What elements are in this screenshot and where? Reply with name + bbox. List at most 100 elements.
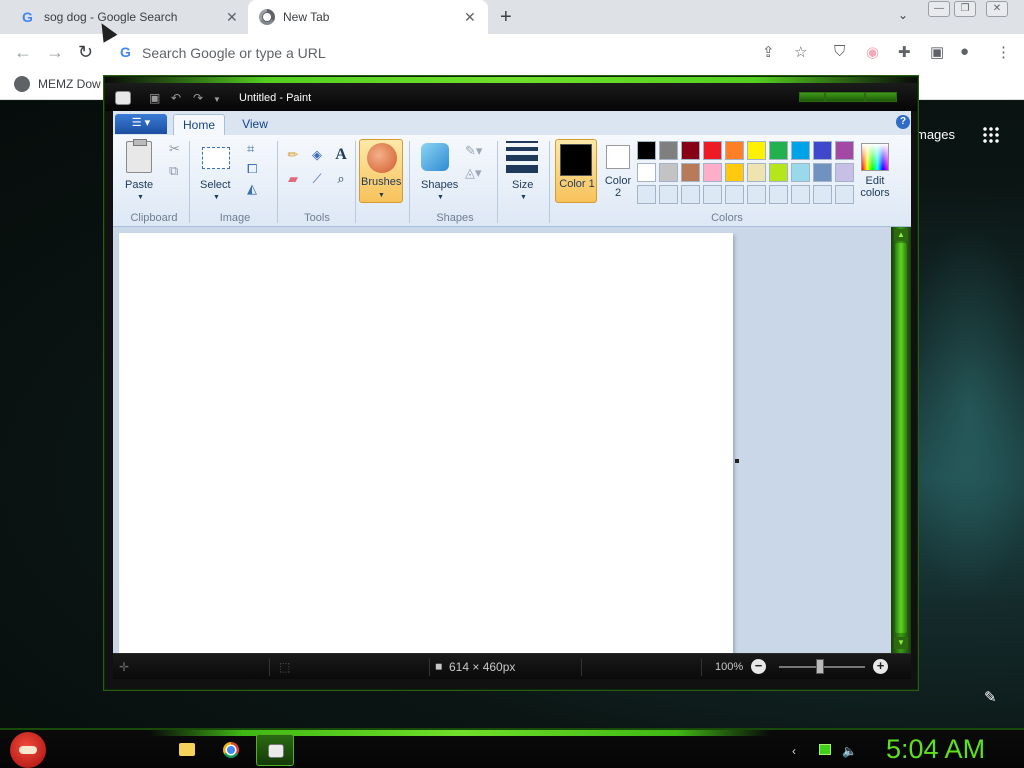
magnifier-icon[interactable]: ⌕ <box>331 169 351 189</box>
side-panel-icon[interactable]: ▣ <box>930 43 944 61</box>
volume-icon[interactable]: 🔈 <box>842 744 857 758</box>
paint-titlebar[interactable]: ▣ ↶ ↷ ▼ Untitled - Paint <box>105 83 917 111</box>
palette-swatch[interactable] <box>791 141 810 160</box>
shapes-dropdown-icon[interactable]: ▼ <box>437 194 444 201</box>
palette-swatch[interactable] <box>659 163 678 182</box>
extension-flag-icon[interactable]: ◉ <box>866 43 879 61</box>
tab-search-icon[interactable]: ⌄ <box>898 8 908 22</box>
start-button[interactable] <box>10 732 46 768</box>
help-icon[interactable]: ? <box>896 115 910 129</box>
color2-label[interactable]: Color 2 <box>601 175 635 199</box>
palette-swatch[interactable] <box>725 185 744 204</box>
network-icon[interactable] <box>819 744 831 755</box>
undo-icon[interactable]: ↶ <box>171 91 181 105</box>
paint-maximize-button[interactable] <box>825 92 865 102</box>
palette-swatch[interactable] <box>703 185 722 204</box>
palette-swatch[interactable] <box>813 141 832 160</box>
reload-icon[interactable]: ↻ <box>78 42 93 63</box>
scroll-up-icon[interactable]: ▲ <box>894 229 908 241</box>
paint-close-button[interactable] <box>865 92 897 102</box>
palette-swatch[interactable] <box>703 141 722 160</box>
tab-home[interactable]: Home <box>173 114 225 135</box>
size-icon[interactable] <box>506 141 538 177</box>
drawing-canvas[interactable] <box>119 233 733 653</box>
palette-swatch[interactable] <box>703 163 722 182</box>
canvas-resize-handle[interactable] <box>735 459 739 463</box>
palette-swatch[interactable] <box>747 141 766 160</box>
paste-icon[interactable] <box>126 139 152 173</box>
redo-icon[interactable]: ↷ <box>193 91 203 105</box>
brushes-button[interactable]: Brushes ▼ <box>359 139 403 203</box>
share-icon[interactable]: ⇪ <box>762 43 775 61</box>
palette-swatch[interactable] <box>835 163 854 182</box>
save-icon[interactable]: ▣ <box>149 91 160 105</box>
palette-swatch[interactable] <box>769 185 788 204</box>
select-button-label[interactable]: Select <box>200 179 231 191</box>
pencil-icon[interactable]: ✏ <box>283 145 303 165</box>
ublock-icon[interactable]: ⛉ <box>834 43 845 60</box>
edit-colors-label[interactable]: Edit colors <box>855 175 895 199</box>
taskbar-paint[interactable] <box>256 734 294 766</box>
paint-app-icon[interactable] <box>115 91 131 105</box>
tab-new-tab[interactable]: New Tab ✕ <box>248 0 488 34</box>
new-tab-button[interactable]: + <box>500 6 512 29</box>
rotate-icon[interactable]: ◭ <box>247 181 257 197</box>
tray-expand-icon[interactable]: ‹ <box>792 744 796 758</box>
color-picker-icon[interactable]: ⟋ <box>307 169 327 189</box>
text-tool-icon[interactable]: A <box>331 145 351 165</box>
shapes-button-label[interactable]: Shapes <box>421 179 458 191</box>
tab-view[interactable]: View <box>231 114 279 135</box>
palette-swatch[interactable] <box>813 185 832 204</box>
fill-icon[interactable]: ◬▾ <box>465 165 482 181</box>
edit-colors-icon[interactable] <box>861 143 889 171</box>
paste-dropdown-icon[interactable]: ▼ <box>137 194 144 201</box>
paint-minimize-button[interactable] <box>799 92 825 102</box>
palette-swatch[interactable] <box>637 141 656 160</box>
taskbar-chrome[interactable] <box>212 734 250 766</box>
eraser-icon[interactable]: ▰ <box>283 169 303 189</box>
color1-button[interactable]: Color 1 <box>555 139 597 203</box>
back-arrow-icon[interactable]: ← <box>14 42 32 63</box>
paste-button-label[interactable]: Paste <box>125 179 153 191</box>
tab-close-icon[interactable]: ✕ <box>464 9 476 26</box>
size-button-label[interactable]: Size <box>512 179 533 191</box>
forward-arrow-icon[interactable]: → <box>46 42 64 63</box>
vertical-scrollbar[interactable]: ▲ ▼ <box>891 227 911 653</box>
palette-swatch[interactable] <box>791 163 810 182</box>
resize-icon[interactable]: ⧠ <box>247 161 257 177</box>
copy-icon[interactable]: ⧉ <box>169 163 178 179</box>
shapes-icon[interactable] <box>421 143 449 171</box>
close-window-button[interactable]: ✕ <box>986 1 1008 17</box>
color2-swatch[interactable] <box>606 145 630 169</box>
bookmark-memz[interactable]: MEMZ Dow <box>14 76 101 92</box>
profile-avatar-icon[interactable]: ● <box>960 43 969 60</box>
palette-swatch[interactable] <box>747 163 766 182</box>
customize-pencil-icon[interactable]: ✎ <box>984 688 997 706</box>
palette-swatch[interactable] <box>813 163 832 182</box>
palette-swatch[interactable] <box>769 163 788 182</box>
tab-close-icon[interactable]: ✕ <box>226 9 238 26</box>
chrome-menu-icon[interactable]: ⋮ <box>996 43 1011 61</box>
palette-swatch[interactable] <box>791 185 810 204</box>
select-icon[interactable] <box>202 147 230 169</box>
palette-swatch[interactable] <box>659 141 678 160</box>
restore-button[interactable]: ❐ <box>954 1 976 17</box>
palette-swatch[interactable] <box>835 141 854 160</box>
address-bar[interactable]: G Search Google or type a URL <box>110 39 820 67</box>
palette-swatch[interactable] <box>637 163 656 182</box>
palette-swatch[interactable] <box>835 185 854 204</box>
bookmark-star-icon[interactable]: ☆ <box>794 43 807 61</box>
palette-swatch[interactable] <box>659 185 678 204</box>
zoom-out-button[interactable]: − <box>751 659 766 674</box>
palette-swatch[interactable] <box>725 141 744 160</box>
minimize-button[interactable]: — <box>928 1 950 17</box>
tab-google-search[interactable]: G sog dog - Google Search ✕ <box>8 0 246 34</box>
palette-swatch[interactable] <box>725 163 744 182</box>
google-apps-icon[interactable] <box>982 126 1000 144</box>
palette-swatch[interactable] <box>681 185 700 204</box>
palette-swatch[interactable] <box>681 141 700 160</box>
crop-icon[interactable]: ⌗ <box>247 141 254 157</box>
palette-swatch[interactable] <box>769 141 788 160</box>
extensions-puzzle-icon[interactable]: ✚ <box>898 43 911 61</box>
zoom-slider-knob[interactable] <box>816 659 824 674</box>
